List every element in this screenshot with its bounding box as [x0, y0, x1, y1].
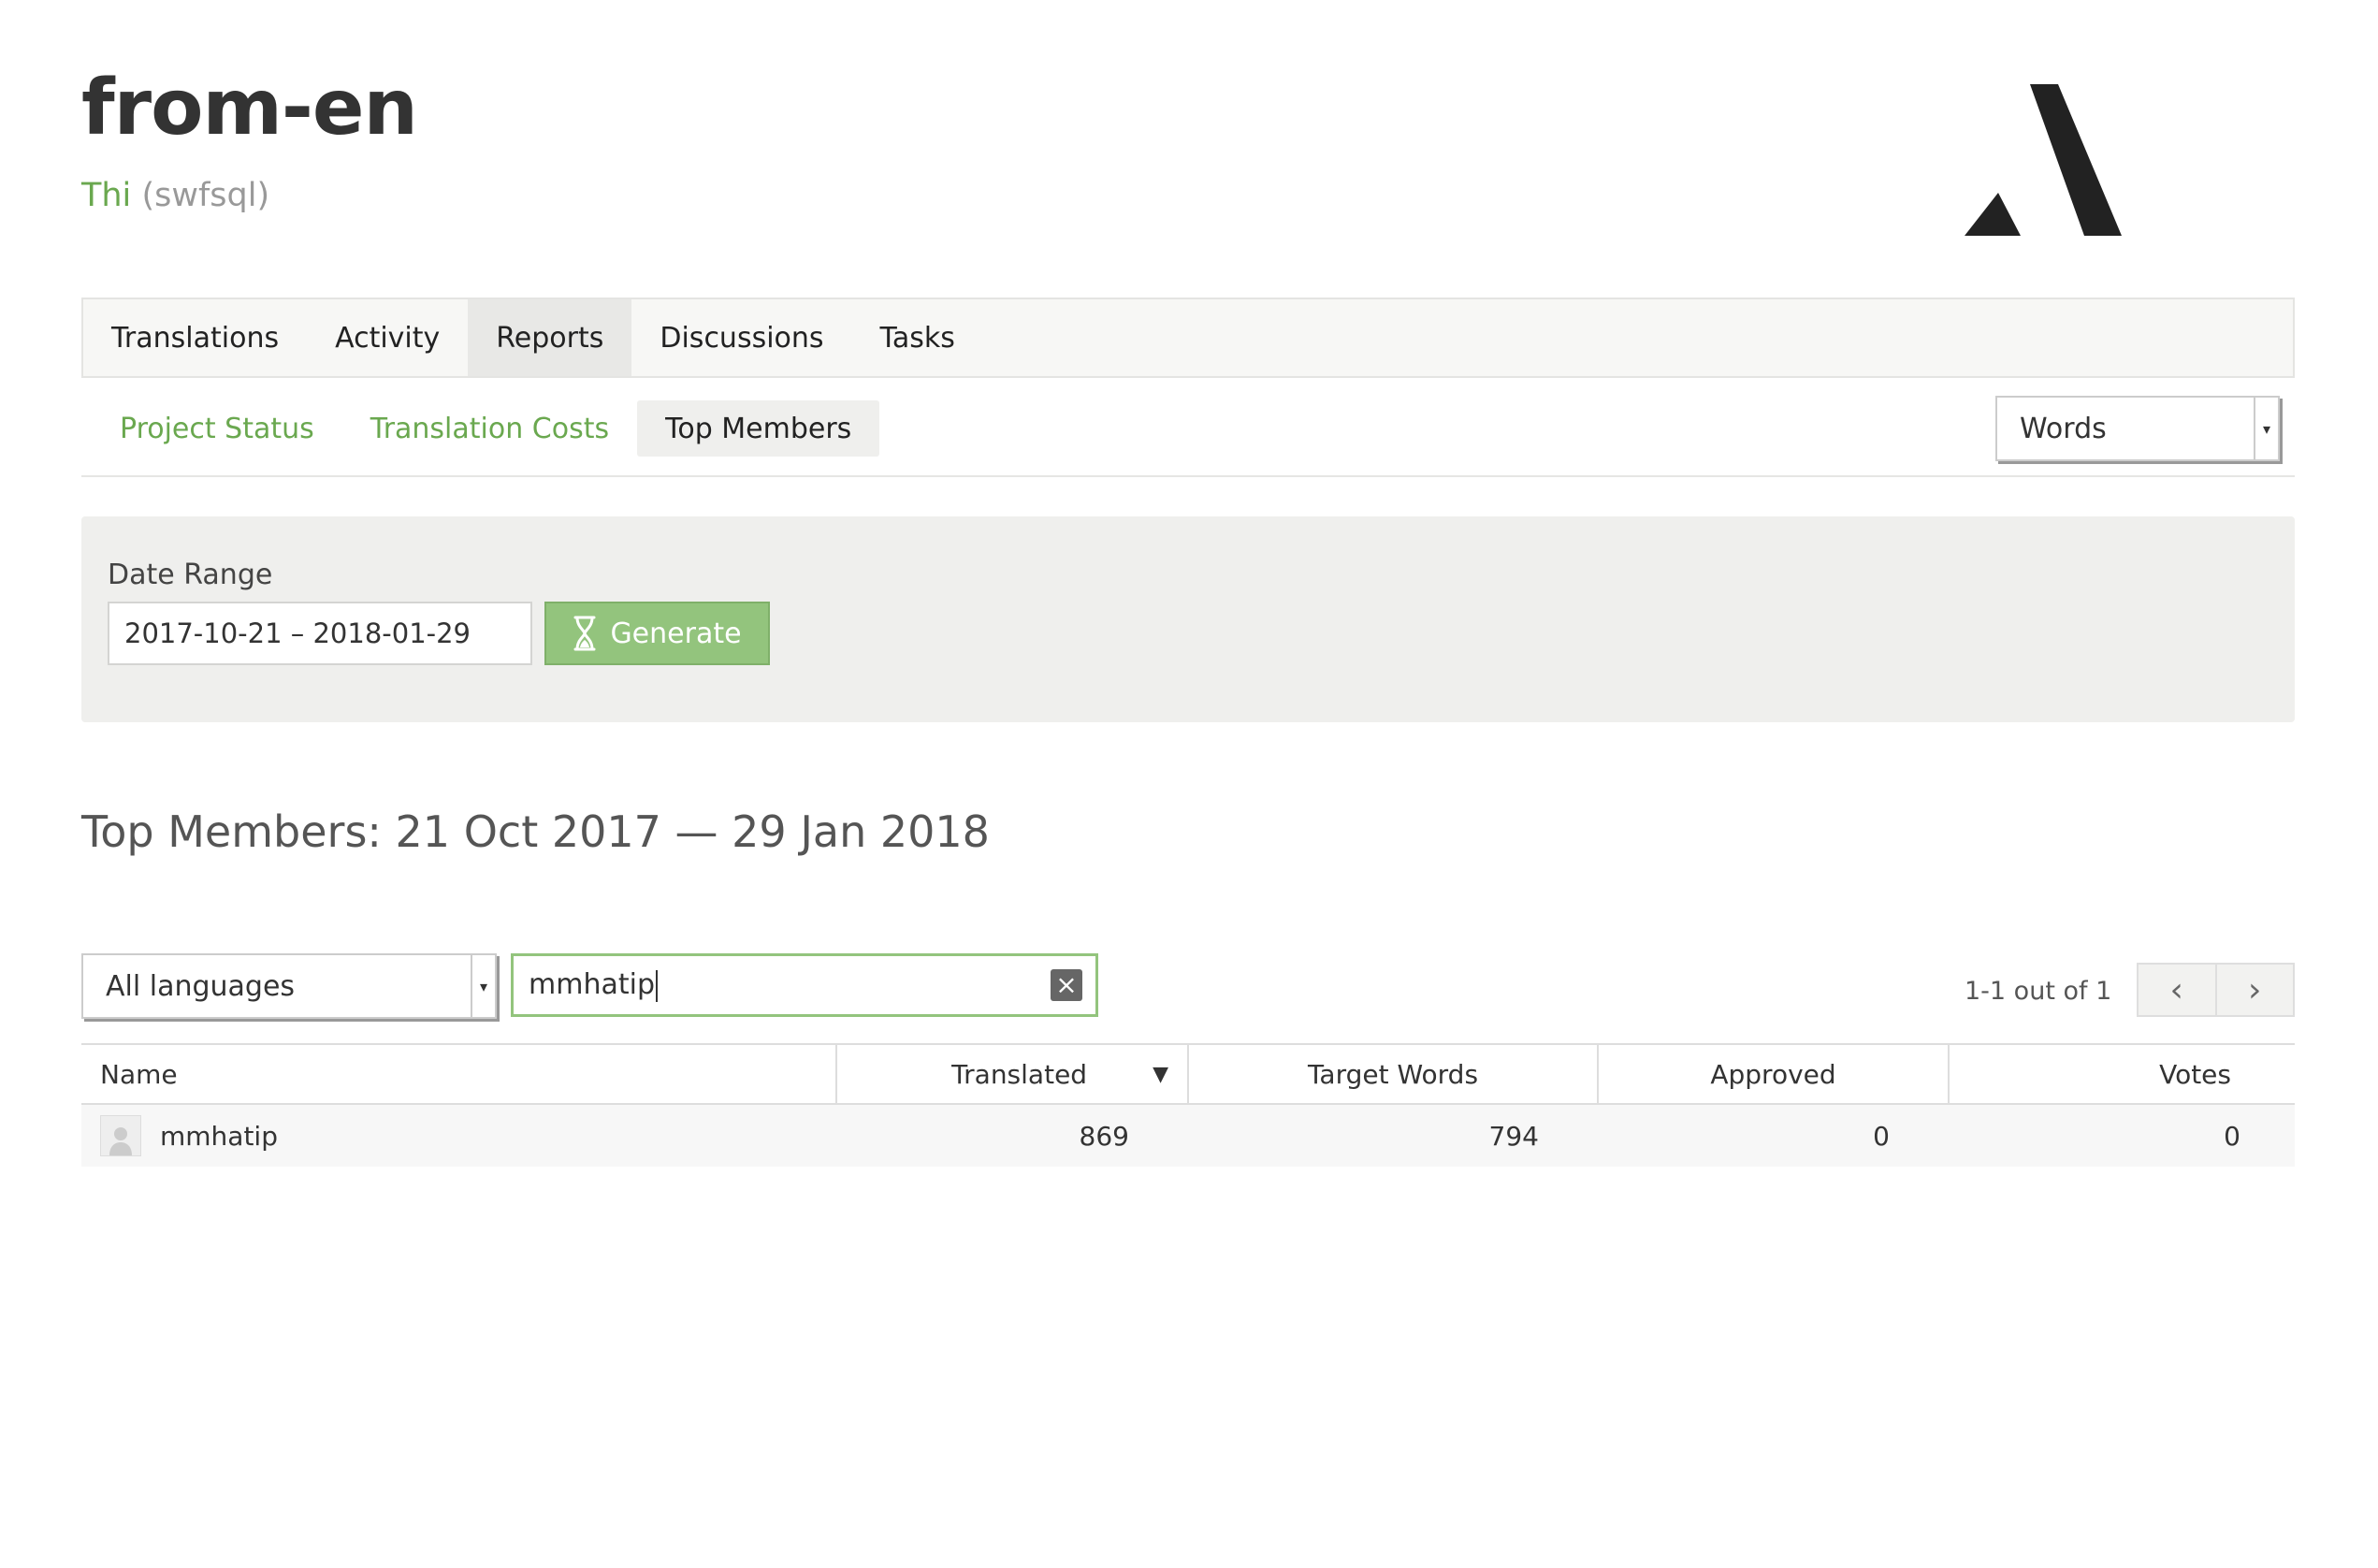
- units-select[interactable]: Words ▾: [1995, 396, 2280, 461]
- column-header-translated[interactable]: Translated ▼: [835, 1045, 1187, 1103]
- member-search-value: mmhatip: [514, 968, 1051, 1002]
- tab-label: Discussions: [660, 321, 824, 355]
- subtab-translation-costs[interactable]: Translation Costs: [342, 400, 637, 457]
- cell-translated: 869: [1079, 1120, 1129, 1152]
- user-icon: [109, 1127, 132, 1155]
- column-label: Votes: [2159, 1058, 2231, 1090]
- pagination-info: 1-1 out of 1: [1965, 977, 2112, 1006]
- column-label: Target Words: [1307, 1058, 1479, 1090]
- date-range-input[interactable]: 2017-10-21 – 2018-01-29: [108, 602, 532, 665]
- tab-activity[interactable]: Activity: [307, 299, 468, 376]
- subtab-top-members[interactable]: Top Members: [637, 400, 880, 457]
- cell-approved: 0: [1873, 1120, 1890, 1152]
- cell-votes: 0: [2224, 1120, 2240, 1152]
- table-row: mmhatip 869 794 0 0: [81, 1105, 2295, 1167]
- divider: [81, 475, 2295, 477]
- member-name[interactable]: mmhatip: [160, 1121, 278, 1152]
- tab-label: Translations: [111, 321, 280, 355]
- table-header: Name Translated ▼ Target Words Approved …: [81, 1043, 2295, 1105]
- chevron-down-icon: ▾: [2254, 398, 2278, 459]
- crowdin-logo-icon: [1965, 84, 2122, 236]
- generate-button[interactable]: Generate: [544, 602, 770, 665]
- column-header-target-words[interactable]: Target Words: [1187, 1045, 1597, 1103]
- chevron-left-icon[interactable]: ‹: [2139, 965, 2215, 1015]
- tab-reports[interactable]: Reports: [468, 299, 632, 376]
- tab-label: Tasks: [879, 321, 955, 355]
- language-code: (swfsql): [141, 177, 270, 214]
- chevron-right-icon[interactable]: ›: [2214, 965, 2294, 1015]
- cell-target-words: 794: [1488, 1120, 1539, 1152]
- cell-name: mmhatip: [81, 1105, 835, 1167]
- tab-translations[interactable]: Translations: [83, 299, 307, 376]
- subtab-project-status[interactable]: Project Status: [92, 400, 342, 457]
- language-subtitle: Thi (swfsql): [81, 180, 269, 212]
- reports-subnav: Project Status Translation Costs Top Mem…: [92, 400, 880, 457]
- language-filter-value: All languages: [106, 969, 296, 1003]
- tab-label: Reports: [496, 321, 604, 355]
- tab-tasks[interactable]: Tasks: [852, 299, 983, 376]
- tab-label: Activity: [335, 321, 441, 355]
- column-label: Name: [100, 1058, 178, 1090]
- column-header-votes[interactable]: Votes: [1948, 1045, 2295, 1103]
- chevron-down-icon: ▾: [471, 955, 495, 1017]
- pager: ‹ ›: [2137, 963, 2295, 1017]
- column-label: Translated: [951, 1058, 1088, 1090]
- subtab-label: Translation Costs: [370, 412, 610, 445]
- project-title: from-en: [81, 64, 418, 152]
- column-header-name[interactable]: Name: [81, 1045, 835, 1103]
- tab-discussions[interactable]: Discussions: [631, 299, 851, 376]
- avatar: [100, 1115, 141, 1156]
- units-select-value: Words: [2020, 412, 2107, 445]
- hourglass-icon: [573, 616, 596, 651]
- subtab-label: Top Members: [665, 412, 852, 445]
- generate-label: Generate: [610, 617, 742, 650]
- column-label: Approved: [1710, 1058, 1836, 1090]
- language-filter-select[interactable]: All languages ▾: [81, 953, 497, 1019]
- member-search-input[interactable]: mmhatip ×: [511, 953, 1098, 1017]
- column-header-approved[interactable]: Approved: [1597, 1045, 1948, 1103]
- report-title: Top Members: 21 Oct 2017 — 29 Jan 2018: [81, 806, 990, 857]
- language-name[interactable]: Thi: [81, 177, 131, 214]
- date-range-label: Date Range: [108, 559, 273, 591]
- subtab-label: Project Status: [120, 412, 314, 445]
- clear-icon[interactable]: ×: [1051, 969, 1082, 1001]
- top-members-table: Name Translated ▼ Target Words Approved …: [81, 1043, 2295, 1167]
- main-nav: Translations Activity Reports Discussion…: [81, 298, 2295, 378]
- sort-descending-icon: ▼: [1153, 1062, 1168, 1086]
